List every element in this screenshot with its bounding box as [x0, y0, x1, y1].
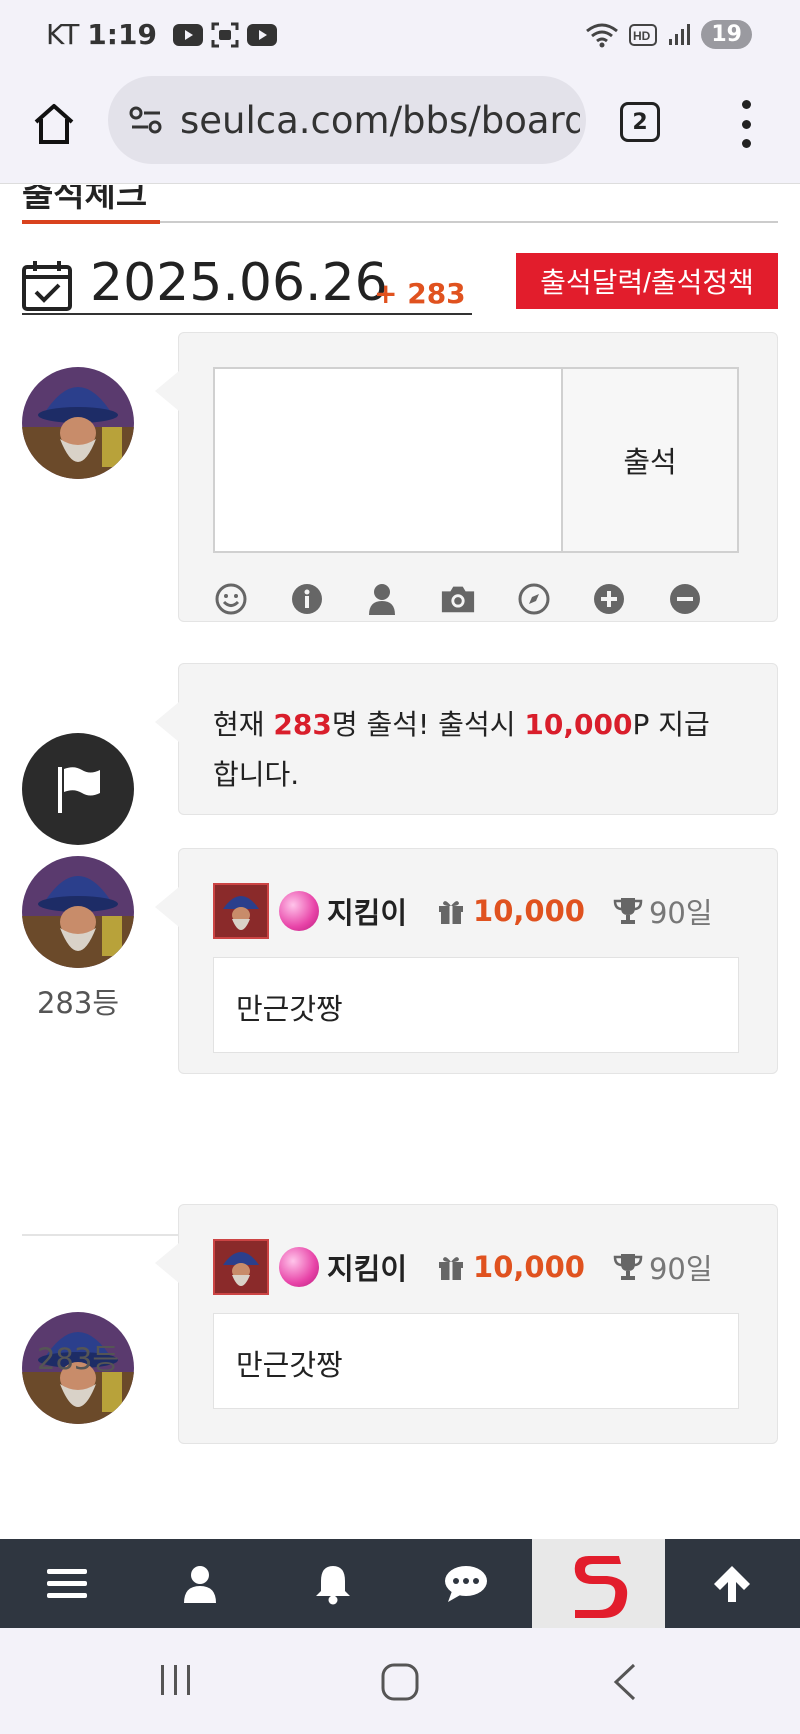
plus-icon[interactable]: [591, 581, 627, 617]
bell-icon[interactable]: [266, 1539, 399, 1628]
attendance-count: + 283: [374, 277, 466, 310]
status-bar: KT 1:19 HD 19: [0, 0, 800, 76]
notice-text: 현재 283명 출석! 출석시 10,000P 지급합니다.: [213, 708, 710, 791]
nickname[interactable]: 지킴이: [327, 1246, 407, 1288]
battery-indicator: 19: [701, 20, 752, 49]
flag-icon: [58, 767, 100, 813]
url-text[interactable]: seulca.com/bbs/board: [180, 99, 580, 142]
tab-switcher-button[interactable]: 2: [620, 102, 660, 142]
avatar[interactable]: [22, 856, 134, 968]
home-nav-icon[interactable]: [380, 1662, 420, 1702]
section-tab-header: 출석체크: [22, 185, 778, 225]
signal-icon: [669, 23, 691, 45]
home-icon[interactable]: [30, 100, 78, 148]
trophy-icon: [613, 898, 643, 924]
rank-label: 283등: [36, 986, 120, 1020]
clock: 1:19: [87, 18, 157, 51]
gift-icon: [439, 901, 464, 924]
rank-label: 283등: [36, 1342, 120, 1376]
chat-icon[interactable]: [399, 1539, 532, 1628]
level-avatar: [213, 1239, 269, 1295]
hd-icon: HD: [629, 23, 658, 46]
site-bottom-nav: [0, 1539, 800, 1628]
level-badge-icon: [279, 891, 319, 931]
attendance-calendar-policy-button[interactable]: 출석달력/출석정책: [516, 253, 778, 309]
back-icon[interactable]: [610, 1662, 640, 1702]
calendar-check-icon: [22, 261, 72, 311]
avatar[interactable]: [22, 367, 134, 479]
carrier-label: KT: [46, 18, 80, 51]
youtube-icon: [246, 23, 277, 46]
attendee-count: 283: [273, 708, 332, 741]
camera-icon[interactable]: [440, 581, 476, 617]
svg-text:HD: HD: [633, 29, 651, 43]
entry-comment: 만근갓짱: [213, 1313, 739, 1409]
entry-comment: 만근갓짱: [213, 957, 739, 1053]
streak-days: 90일: [648, 1252, 713, 1286]
recent-apps-icon[interactable]: [158, 1662, 194, 1698]
attendance-entry: 지킴이 10,000 90일 만근갓짱: [155, 848, 778, 1074]
entry-points: 10,000: [473, 894, 585, 928]
entry-points: 10,000: [473, 1250, 585, 1284]
wizard-avatar-image: [22, 367, 134, 479]
active-tab-indicator: [22, 220, 160, 224]
attendance-comment-input[interactable]: [213, 367, 563, 553]
gift-icon: [439, 1257, 464, 1280]
site-logo[interactable]: [532, 1539, 665, 1628]
wifi-icon: [586, 23, 619, 47]
menu-icon[interactable]: [0, 1539, 133, 1628]
user-icon[interactable]: [133, 1539, 266, 1628]
address-bar[interactable]: seulca.com/bbs/board: [108, 76, 586, 164]
info-icon[interactable]: [289, 581, 325, 617]
system-navigation-bar: [0, 1628, 800, 1734]
notice-card: 현재 283명 출석! 출석시 10,000P 지급합니다.: [155, 663, 778, 815]
nickname[interactable]: 지킴이: [327, 890, 407, 932]
compass-icon[interactable]: [516, 581, 552, 617]
attendance-date: 2025.06.26: [90, 253, 388, 313]
attendance-form-card: 출석: [155, 332, 778, 622]
attendance-entry: 지킴이 10,000 90일 만근갓짱: [155, 1204, 778, 1444]
section-tab-title[interactable]: 출석체크: [22, 185, 147, 216]
screenshot-icon: [211, 22, 239, 47]
wizard-avatar-image: [22, 856, 134, 968]
reward-points: 10,000: [524, 708, 633, 741]
page-content: 출석체크 2025.06.26 + 283 출석달력/출석정책 출석 현재 28…: [0, 185, 800, 1539]
minus-icon[interactable]: [667, 581, 703, 617]
entry-header: 지킴이 10,000 90일: [213, 1239, 713, 1295]
trophy-icon: [613, 1254, 643, 1280]
attend-submit-button[interactable]: 출석: [561, 367, 739, 553]
browser-toolbar: seulca.com/bbs/board 2: [0, 76, 800, 184]
comment-toolbar: [213, 581, 703, 621]
entry-header: 지킴이 10,000 90일: [213, 883, 713, 939]
streak-days: 90일: [648, 896, 713, 930]
level-avatar: [213, 883, 269, 939]
level-badge-icon: [279, 1247, 319, 1287]
youtube-icon: [172, 23, 203, 46]
site-settings-icon[interactable]: [128, 102, 164, 138]
arrow-up-icon[interactable]: [665, 1539, 798, 1628]
notice-avatar: [22, 733, 134, 845]
overflow-menu-icon[interactable]: [736, 100, 756, 148]
smile-icon[interactable]: [213, 581, 249, 617]
date-header: 2025.06.26 + 283: [22, 253, 472, 315]
user-icon[interactable]: [364, 581, 400, 617]
